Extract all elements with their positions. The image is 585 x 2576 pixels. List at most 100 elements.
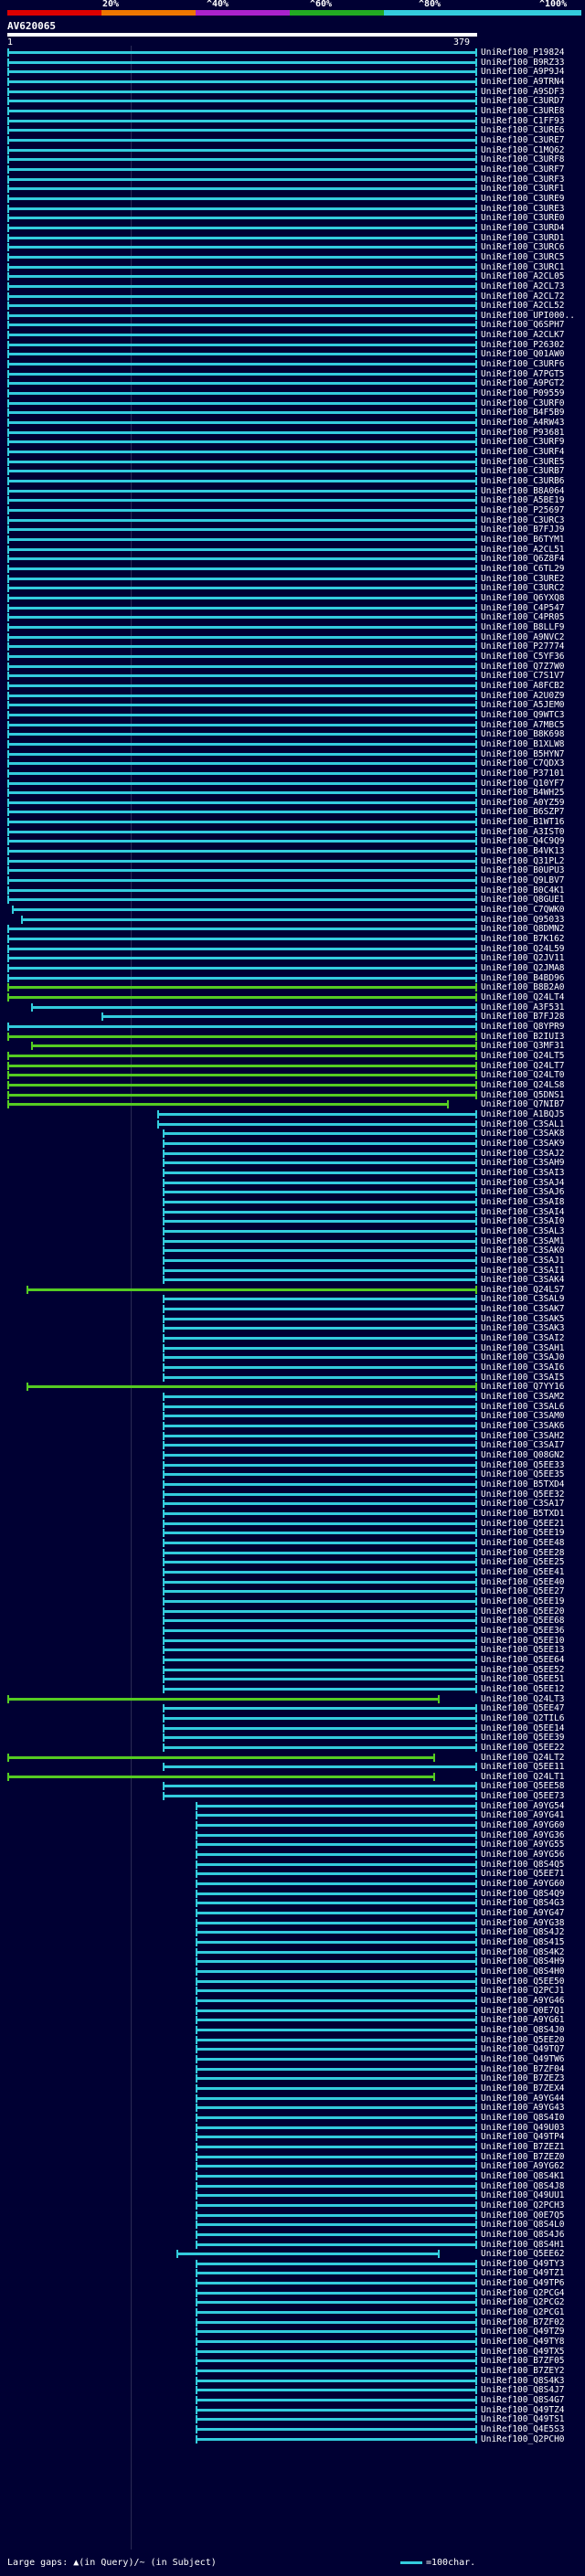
hit-row[interactable]: UniRef100_Q2JV11 (0, 953, 585, 963)
hit-label[interactable]: UniRef100_C3SA17 (481, 1499, 585, 1509)
hit-row[interactable]: UniRef100_Q8S4J6 (0, 2230, 585, 2240)
hit-row[interactable]: UniRef100_B7FJ28 (0, 1012, 585, 1022)
hit-row[interactable]: UniRef100_C3SAJ4 (0, 1178, 585, 1188)
hit-row[interactable]: UniRef100_Q0E7Q1 (0, 2006, 585, 2016)
hit-row[interactable]: UniRef100_Q4C9Q9 (0, 836, 585, 846)
hit-label[interactable]: UniRef100_Q5EE19 (481, 1596, 585, 1606)
hit-label[interactable]: UniRef100_B7FJ28 (481, 1012, 585, 1022)
hit-row[interactable]: UniRef100_Q6Z8F4 (0, 554, 585, 564)
hit-label[interactable]: UniRef100_C3URC1 (481, 262, 585, 272)
hit-label[interactable]: UniRef100_C3SAI2 (481, 1333, 585, 1343)
hit-row[interactable]: UniRef100_Q01AW0 (0, 349, 585, 359)
hit-label[interactable]: UniRef100_C3SAI0 (481, 1216, 585, 1226)
hit-row[interactable]: UniRef100_Q4E5S3 (0, 2424, 585, 2434)
hit-row[interactable]: UniRef100_C3SAL1 (0, 1119, 585, 1129)
hit-label[interactable]: UniRef100_Q5EE48 (481, 1538, 585, 1548)
hit-label[interactable]: UniRef100_P25697 (481, 505, 585, 515)
hit-label[interactable]: UniRef100_C3URF7 (481, 164, 585, 175)
hit-row[interactable]: UniRef100_C3URE3 (0, 204, 585, 214)
hit-label[interactable]: UniRef100_Q5EE19 (481, 1528, 585, 1538)
hit-label[interactable]: UniRef100_Q5DNS1 (481, 1090, 585, 1100)
hit-label[interactable]: UniRef100_C1FF93 (481, 116, 585, 126)
hit-row[interactable]: UniRef100_P27774 (0, 641, 585, 652)
hit-label[interactable]: UniRef100_C3SAK7 (481, 1304, 585, 1314)
hit-label[interactable]: UniRef100_C3SAH1 (481, 1343, 585, 1353)
hit-label[interactable]: UniRef100_Q5EE58 (481, 1781, 585, 1791)
hit-row[interactable]: UniRef100_C3SAJ0 (0, 1352, 585, 1362)
hit-label[interactable]: UniRef100_P27774 (481, 641, 585, 652)
hit-label[interactable]: UniRef100_B2IUI3 (481, 1032, 585, 1042)
hit-label[interactable]: UniRef100_Q5EE73 (481, 1791, 585, 1801)
hit-row[interactable]: UniRef100_C3SAI3 (0, 1168, 585, 1178)
hit-label[interactable]: UniRef100_A9YG56 (481, 1850, 585, 1860)
hit-label[interactable]: UniRef100_Q8S4L0 (481, 2220, 585, 2230)
hit-row[interactable]: UniRef100_B7ZF05 (0, 2356, 585, 2366)
hit-row[interactable]: UniRef100_Q24LT3 (0, 1694, 585, 1704)
hit-row[interactable]: UniRef100_Q5DNS1 (0, 1090, 585, 1100)
hit-label[interactable]: UniRef100_B9RZ33 (481, 58, 585, 68)
hit-label[interactable]: UniRef100_Q5EE40 (481, 1577, 585, 1587)
hit-label[interactable]: UniRef100_C3SAK0 (481, 1246, 585, 1256)
hit-row[interactable]: UniRef100_A2CL52 (0, 301, 585, 311)
hit-row[interactable]: UniRef100_A4RW43 (0, 418, 585, 428)
hit-row[interactable]: UniRef100_Q5EE21 (0, 1519, 585, 1529)
hit-row[interactable]: UniRef100_C3URD1 (0, 233, 585, 243)
hit-row[interactable]: UniRef100_Q2PCG2 (0, 2297, 585, 2307)
hit-label[interactable]: UniRef100_Q49TY8 (481, 2337, 585, 2347)
hit-row[interactable]: UniRef100_UPI000.. (0, 311, 585, 321)
hit-row[interactable]: UniRef100_Q2PCG4 (0, 2288, 585, 2298)
hit-label[interactable]: UniRef100_C3URF1 (481, 184, 585, 194)
hit-label[interactable]: UniRef100_B7ZF02 (481, 2317, 585, 2327)
hit-row[interactable]: UniRef100_C3SAJ1 (0, 1256, 585, 1266)
hit-row[interactable]: UniRef100_B5TXD4 (0, 1479, 585, 1489)
hit-label[interactable]: UniRef100_Q5EE22 (481, 1743, 585, 1753)
hit-label[interactable]: UniRef100_B1XLW8 (481, 739, 585, 749)
hit-label[interactable]: UniRef100_Q9WTC3 (481, 710, 585, 720)
hit-row[interactable]: UniRef100_A7MBC5 (0, 720, 585, 730)
hit-label[interactable]: UniRef100_A9YG54 (481, 1801, 585, 1811)
hit-row[interactable]: UniRef100_Q2PCG1 (0, 2307, 585, 2317)
hit-label[interactable]: UniRef100_C4PR05 (481, 612, 585, 622)
hit-row[interactable]: UniRef100_B9RZ33 (0, 58, 585, 68)
hit-row[interactable]: UniRef100_A9YG36 (0, 1830, 585, 1840)
hit-label[interactable]: UniRef100_C3SAJ1 (481, 1256, 585, 1266)
hit-row[interactable]: UniRef100_C3URF0 (0, 398, 585, 408)
hit-row[interactable]: UniRef100_Q95033 (0, 915, 585, 925)
hit-label[interactable]: UniRef100_Q49TZ1 (481, 2268, 585, 2278)
hit-row[interactable]: UniRef100_C3SAI5 (0, 1373, 585, 1383)
hit-label[interactable]: UniRef100_C3URE9 (481, 194, 585, 204)
hit-label[interactable]: UniRef100_C3SAK4 (481, 1275, 585, 1285)
hit-row[interactable]: UniRef100_C3SAL6 (0, 1402, 585, 1412)
hit-row[interactable]: UniRef100_Q5EE73 (0, 1791, 585, 1801)
hit-row[interactable]: UniRef100_Q49TZ9 (0, 2327, 585, 2337)
hit-label[interactable]: UniRef100_A1BQJ5 (481, 1109, 585, 1119)
hit-label[interactable]: UniRef100_C3SAI7 (481, 1440, 585, 1450)
hit-row[interactable]: UniRef100_C3SAI8 (0, 1197, 585, 1207)
hit-label[interactable]: UniRef100_C3SAK6 (481, 1421, 585, 1431)
hit-row[interactable]: UniRef100_C3SAL9 (0, 1294, 585, 1304)
hit-row[interactable]: UniRef100_C3URF7 (0, 164, 585, 175)
hit-label[interactable]: UniRef100_Q49TP4 (481, 2132, 585, 2142)
hit-label[interactable]: UniRef100_Q49TW6 (481, 2054, 585, 2064)
hit-label[interactable]: UniRef100_A9YG38 (481, 1918, 585, 1928)
hit-row[interactable]: UniRef100_B7FJJ9 (0, 525, 585, 535)
hit-row[interactable]: UniRef100_Q10YF7 (0, 779, 585, 789)
hit-row[interactable]: UniRef100_A2U0Z9 (0, 691, 585, 701)
hit-label[interactable]: UniRef100_C3SAL6 (481, 1402, 585, 1412)
hit-label[interactable]: UniRef100_Q5EE41 (481, 1567, 585, 1577)
hit-label[interactable]: UniRef100_Q8S4Q9 (481, 1889, 585, 1899)
hit-row[interactable]: UniRef100_Q5EE40 (0, 1577, 585, 1587)
hit-label[interactable]: UniRef100_C6TL29 (481, 564, 585, 574)
hit-row[interactable]: UniRef100_Q49TX5 (0, 2347, 585, 2357)
hit-label[interactable]: UniRef100_A9YG60 (481, 1879, 585, 1889)
hit-label[interactable]: UniRef100_Q8S4G7 (481, 2395, 585, 2405)
hit-row[interactable]: UniRef100_Q8DMN2 (0, 924, 585, 934)
hit-row[interactable]: UniRef100_Q24LT1 (0, 1772, 585, 1782)
hit-row[interactable]: UniRef100_A9YG61 (0, 2015, 585, 2025)
hit-label[interactable]: UniRef100_A9YG43 (481, 2103, 585, 2113)
hit-row[interactable]: UniRef100_P09559 (0, 388, 585, 398)
hit-label[interactable]: UniRef100_C3SAL3 (481, 1226, 585, 1236)
hit-label[interactable]: UniRef100_C3URE8 (481, 106, 585, 116)
hit-row[interactable]: UniRef100_C3URE7 (0, 135, 585, 145)
hit-row[interactable]: UniRef100_C3SAH9 (0, 1158, 585, 1168)
